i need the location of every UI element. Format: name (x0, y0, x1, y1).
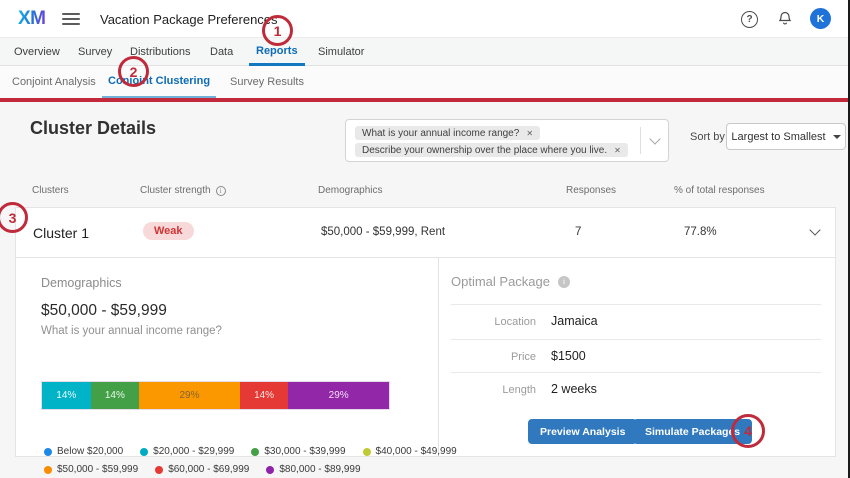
annotation-circle-2: 2 (118, 56, 149, 87)
legend-label: $30,000 - $39,999 (264, 446, 345, 457)
annotation-circle-4: 4 (731, 414, 765, 448)
demographics-section-title: Demographics (41, 276, 122, 290)
tab-data[interactable]: Data (210, 38, 233, 66)
legend-label: $60,000 - $69,999 (168, 464, 249, 475)
chip-remove-icon[interactable] (526, 129, 533, 138)
tab-survey[interactable]: Survey (78, 38, 112, 66)
demographics-question: What is your annual income range? (41, 325, 222, 337)
package-attr-label: Length (451, 384, 536, 396)
legend-row: $50,000 - $59,999 $60,000 - $69,999 $80,00… (44, 464, 361, 475)
package-attr-label: Location (451, 316, 536, 328)
legend-dot-icon (155, 466, 163, 474)
chip-remove-icon[interactable] (614, 146, 621, 155)
divider (451, 372, 821, 373)
divider (451, 304, 821, 305)
divider (640, 127, 641, 154)
legend-item: Below $20,000 (44, 446, 123, 457)
legend-item: $50,000 - $59,999 (44, 464, 138, 475)
filter-chip[interactable]: What is your annual income range? (355, 126, 540, 140)
info-icon[interactable] (558, 276, 570, 288)
divider (438, 258, 439, 456)
legend-item: $20,000 - $29,999 (140, 446, 234, 457)
legend-dot-icon (44, 448, 52, 456)
optimal-package-title: Optimal Package (451, 274, 570, 289)
legend-dot-icon (251, 448, 259, 456)
legend-dot-icon (44, 466, 52, 474)
sort-dropdown[interactable]: Largest to Smallest (726, 123, 846, 150)
top-header: XM Vacation Package Preferences K (0, 0, 850, 38)
notifications-bell-icon[interactable] (777, 10, 793, 32)
sort-by-label: Sort by (690, 131, 725, 143)
legend-label: $50,000 - $59,999 (57, 464, 138, 475)
bar-segment: 14% (42, 382, 91, 409)
subtab-conjoint-analysis[interactable]: Conjoint Analysis (12, 66, 96, 98)
cluster-demographics: $50,000 - $59,999, Rent (321, 226, 445, 238)
legend-dot-icon (363, 448, 371, 456)
package-attr-value: 2 weeks (551, 382, 597, 396)
annotation-red-line (0, 98, 850, 102)
legend-item: $60,000 - $69,999 (155, 464, 249, 475)
legend-item: $40,000 - $49,999 (363, 446, 457, 457)
package-attr-label: Price (451, 351, 536, 363)
subtab-survey-results[interactable]: Survey Results (230, 66, 304, 98)
legend-label: Below $20,000 (57, 446, 123, 457)
tab-overview[interactable]: Overview (14, 38, 60, 66)
hamburger-menu-icon[interactable] (62, 13, 80, 25)
bar-segment: 14% (91, 382, 140, 409)
filter-chip[interactable]: Describe your ownership over the place w… (355, 143, 628, 157)
legend-item: $30,000 - $39,999 (251, 446, 345, 457)
legend-label: $80,000 - $89,999 (279, 464, 360, 475)
cluster-row[interactable]: Cluster 1 Weak $50,000 - $59,999, Rent 7… (15, 207, 836, 258)
row-collapse-chevron-icon[interactable] (809, 224, 820, 235)
col-header-demographics: Demographics (318, 185, 382, 196)
sort-dropdown-value: Largest to Smallest (731, 131, 825, 143)
divider (451, 339, 821, 340)
project-title: Vacation Package Preferences (100, 12, 278, 27)
package-attr-value: $1500 (551, 349, 586, 363)
package-attr-value: Jamaica (551, 314, 598, 328)
legend-row: Below $20,000 $20,000 - $29,999 $30,000 - … (44, 446, 457, 457)
demographics-filter-combobox[interactable]: What is your annual income range? Descri… (345, 119, 669, 162)
app-window: XM Vacation Package Preferences K Overvi… (0, 0, 850, 478)
legend-dot-icon (140, 448, 148, 456)
stacked-bar: 14%14%29%14%29% (42, 382, 389, 409)
col-header-cluster-strength: Cluster strength (140, 185, 226, 196)
legend-label: $20,000 - $29,999 (153, 446, 234, 457)
legend-item: $80,000 - $89,999 (266, 464, 360, 475)
tab-simulator[interactable]: Simulator (318, 38, 364, 66)
cluster-strength-badge: Weak (143, 222, 194, 240)
cluster-name: Cluster 1 (33, 225, 89, 241)
bar-segment: 29% (139, 382, 240, 409)
col-header-clusters: Clusters (32, 185, 69, 196)
caret-down-icon (833, 135, 841, 139)
legend-dot-icon (266, 466, 274, 474)
bar-segment: 29% (288, 382, 389, 409)
info-icon[interactable] (216, 186, 226, 196)
col-header-pct-total: % of total responses (674, 185, 765, 196)
col-header-responses: Responses (566, 185, 616, 196)
chevron-down-icon[interactable] (649, 133, 660, 144)
xm-logo[interactable]: XM (18, 8, 46, 30)
legend-label: $40,000 - $49,999 (376, 446, 457, 457)
filter-chip-label: What is your annual income range? (362, 128, 519, 139)
filter-chip-label: Describe your ownership over the place w… (362, 145, 607, 156)
cluster-pct-total: 77.8% (684, 226, 717, 238)
demographics-top-value: $50,000 - $59,999 (41, 302, 167, 320)
cluster-responses: 7 (575, 226, 581, 238)
help-icon[interactable] (741, 11, 758, 28)
annotation-circle-1: 1 (262, 15, 293, 46)
user-avatar[interactable]: K (810, 8, 831, 29)
bar-segment: 14% (240, 382, 289, 409)
preview-analysis-button[interactable]: Preview Analysis (528, 419, 637, 444)
cluster-detail-panel: Demographics $50,000 - $59,999 What is y… (15, 257, 836, 457)
page-title: Cluster Details (30, 118, 156, 139)
